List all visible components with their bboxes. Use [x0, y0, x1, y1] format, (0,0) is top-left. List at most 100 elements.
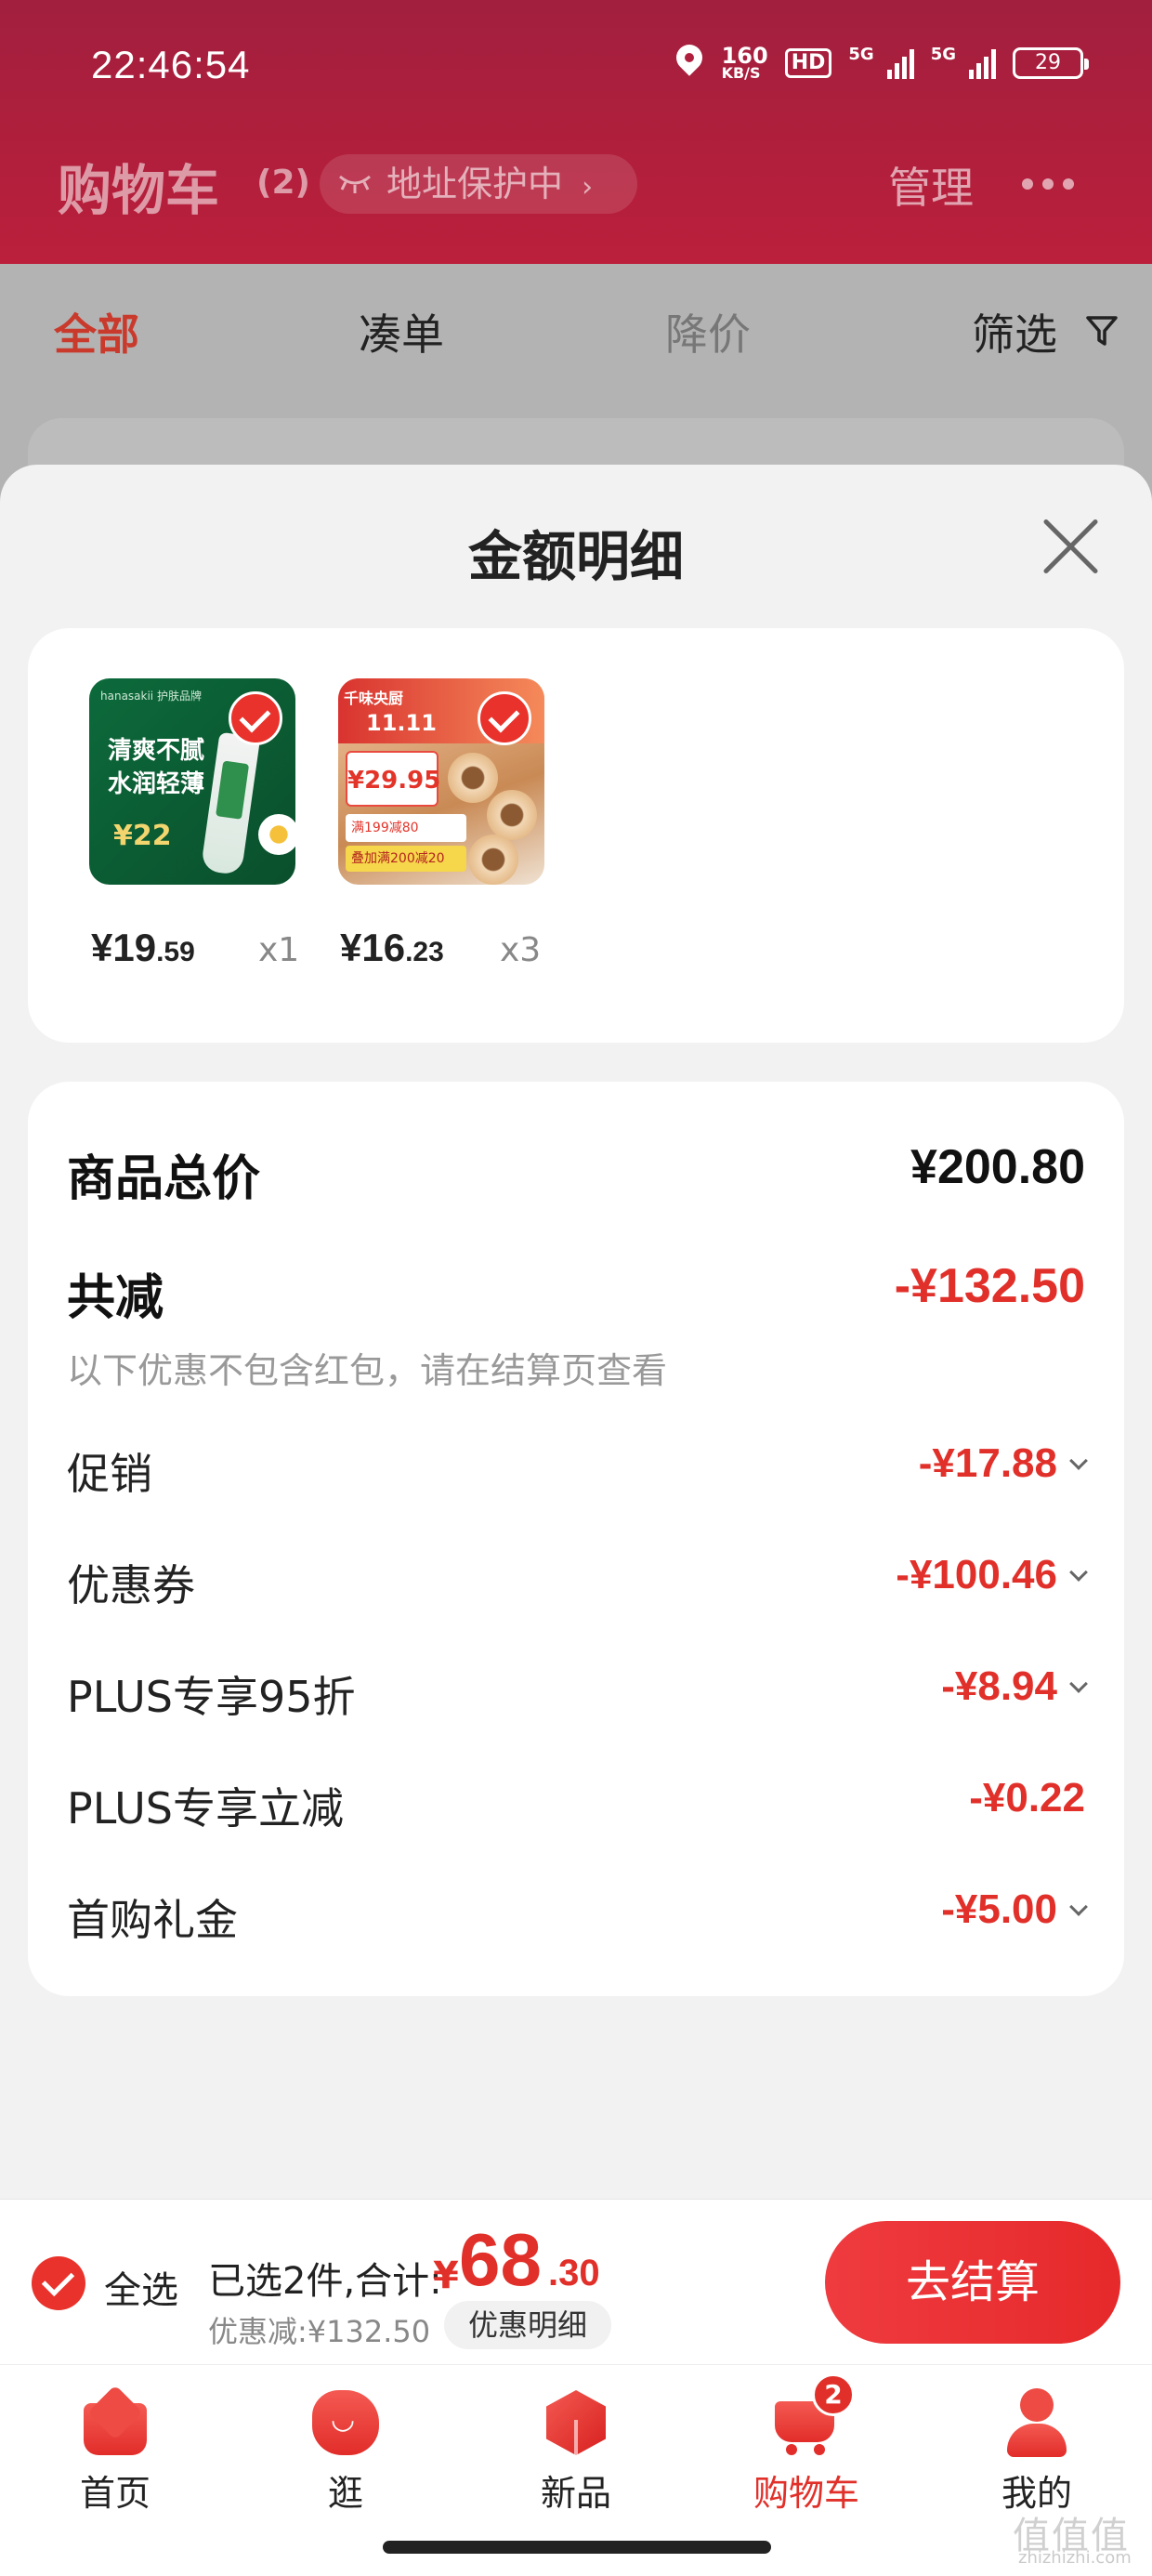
tab-label: 购物车 — [753, 2473, 859, 2514]
status-bar: 22:46:54 160 KB/S HD 5G 5G 29 — [0, 0, 1152, 130]
discount-label: 优惠券 — [67, 1560, 195, 1610]
discount-value: -¥8.94 — [941, 1663, 1057, 1709]
stroll-icon — [308, 2385, 383, 2459]
total-amount-int: 68 — [459, 2218, 542, 2301]
chevron-down-icon — [1069, 1563, 1088, 1582]
product-brand-badge: 千味央厨 — [344, 690, 404, 707]
address-protect-label: 地址保护中 — [386, 164, 564, 204]
network-speed-unit: KB/S — [721, 64, 761, 82]
discount-value: -¥17.88 — [918, 1440, 1057, 1486]
close-icon[interactable] — [1039, 515, 1102, 578]
tab-bundle[interactable]: 凑单 — [359, 301, 444, 362]
product-quantity: x1 — [258, 931, 300, 969]
eye-closed-icon — [339, 175, 371, 193]
discount-label: PLUS专享立减 — [67, 1783, 344, 1833]
dumpling-image — [468, 835, 518, 885]
total-currency: ¥ — [433, 2254, 459, 2297]
total-reduce-value: -¥132.50 — [894, 1259, 1085, 1313]
discount-value-wrap: -¥5.00 — [941, 1886, 1088, 1933]
watermark-url: zhizhizhi.com — [1018, 2548, 1132, 2568]
chevron-down-icon — [1069, 1898, 1088, 1916]
signal-icon — [886, 47, 914, 79]
discount-label: PLUS专享95折 — [67, 1672, 356, 1722]
tab-stroll[interactable]: 逛 — [271, 2385, 420, 2516]
tab-filter[interactable]: 筛选 — [972, 301, 1057, 362]
manage-button[interactable]: 管理 — [888, 154, 974, 216]
product-thumbnail[interactable]: 千味央厨 11.11 ¥29.95 满199减80 叠加满200减20 — [338, 678, 544, 885]
total-reduce-label: 共减 — [67, 1270, 164, 1326]
profile-icon — [1000, 2385, 1074, 2459]
checked-icon — [229, 691, 282, 745]
status-time: 22:46:54 — [91, 43, 251, 86]
discount-value-wrap: -¥17.88 — [918, 1440, 1088, 1487]
signal-icon-2 — [969, 47, 996, 79]
product-price: ¥19.59 — [91, 926, 195, 970]
product-image-price: ¥22 — [113, 820, 172, 852]
tab-home[interactable]: 首页 — [41, 2385, 190, 2516]
more-icon[interactable] — [1022, 178, 1074, 190]
status-icons: 160 KB/S HD 5G 5G 29 — [674, 45, 1089, 82]
tab-new[interactable]: 新品 — [502, 2385, 650, 2516]
filter-icon[interactable] — [1085, 314, 1119, 348]
product-slogan-line: 水润轻薄 — [108, 770, 205, 798]
select-all-checkbox[interactable] — [32, 2256, 85, 2310]
page: 22:46:54 160 KB/S HD 5G 5G 29 购物车 (2) 地址… — [0, 0, 1152, 2576]
product-tube-image — [200, 731, 261, 876]
discount-summary: 优惠减:¥132.50 — [208, 2314, 431, 2349]
home-indicator[interactable] — [383, 2541, 771, 2554]
tab-label: 逛 — [327, 2473, 363, 2514]
tab-label: 首页 — [79, 2473, 151, 2514]
home-icon — [78, 2385, 152, 2459]
discount-detail-button[interactable]: 优惠明细 — [444, 2301, 611, 2349]
dumpling-image — [487, 790, 537, 840]
network-speed: 160 KB/S — [721, 45, 768, 82]
product-price-int: ¥19 — [91, 926, 157, 969]
product-slogan: 清爽不腻 水润轻薄 — [108, 734, 204, 801]
product-quantity: x3 — [500, 931, 542, 969]
tab-profile[interactable]: 我的 — [962, 2385, 1111, 2516]
discount-value-wrap: -¥8.94 — [941, 1663, 1088, 1710]
tab-label: 新品 — [540, 2473, 611, 2514]
total-price-value: ¥200.80 — [910, 1140, 1085, 1194]
cart-count: (2) — [256, 164, 310, 202]
network-type-2: 5G — [930, 45, 956, 64]
product-thumbnail[interactable]: hanasakii 护肤品牌 清爽不腻 水润轻薄 ¥22 — [89, 678, 295, 885]
battery-icon: 29 — [1013, 47, 1089, 79]
product-price-dec: .23 — [405, 937, 444, 967]
chevron-right-icon: › — [582, 171, 594, 204]
total-price-label: 商品总价 — [67, 1151, 261, 1207]
total-amount-dec: .30 — [548, 2253, 600, 2293]
tab-price-drop[interactable]: 降价 — [665, 301, 751, 362]
discount-value: -¥100.46 — [896, 1552, 1057, 1597]
event-label: 11.11 — [366, 710, 437, 736]
tab-cart[interactable]: 2 购物车 — [732, 2373, 881, 2516]
tab-all[interactable]: 全部 — [54, 301, 139, 362]
chevron-down-icon — [1069, 1675, 1088, 1693]
address-protect-chip[interactable]: 地址保护中 › — [320, 154, 637, 214]
product-price-int: ¥16 — [340, 926, 406, 969]
flower-decoration — [258, 814, 295, 855]
checkout-button[interactable]: 去结算 — [825, 2221, 1120, 2344]
discount-label: 首购礼金 — [67, 1895, 238, 1945]
discount-label: 促销 — [67, 1449, 152, 1499]
summary-card: 商品总价 ¥200.80 共减 -¥132.50 以下优惠不包含红包，请在结算页… — [28, 1082, 1124, 1996]
product-image-price: ¥29.95 — [346, 751, 440, 807]
discount-value: -¥0.22 — [969, 1775, 1085, 1820]
discount-value-wrap: -¥100.46 — [896, 1552, 1088, 1598]
select-all-label[interactable]: 全选 — [104, 2260, 178, 2314]
cart-icon: 2 — [769, 2373, 855, 2459]
new-icon — [539, 2385, 613, 2459]
promo-label: 叠加满200减20 — [346, 846, 466, 872]
page-title: 购物车 — [58, 159, 220, 222]
hd-voice-icon: HD — [784, 48, 832, 78]
product-brand-logo: hanasakii 护肤品牌 — [100, 690, 202, 703]
selected-count-text: 已选2件,合计: — [208, 2260, 442, 2303]
cart-badge: 2 — [812, 2373, 855, 2416]
dumpling-image — [448, 753, 498, 803]
promo-label: 满199减80 — [346, 814, 466, 842]
product-slogan-line: 清爽不腻 — [108, 737, 205, 765]
products-card: hanasakii 护肤品牌 清爽不腻 水润轻薄 ¥22 千味央厨 11.11 … — [28, 628, 1124, 1043]
product-price-dec: .59 — [156, 937, 195, 967]
chevron-down-icon — [1069, 1452, 1088, 1470]
location-icon — [674, 45, 705, 82]
